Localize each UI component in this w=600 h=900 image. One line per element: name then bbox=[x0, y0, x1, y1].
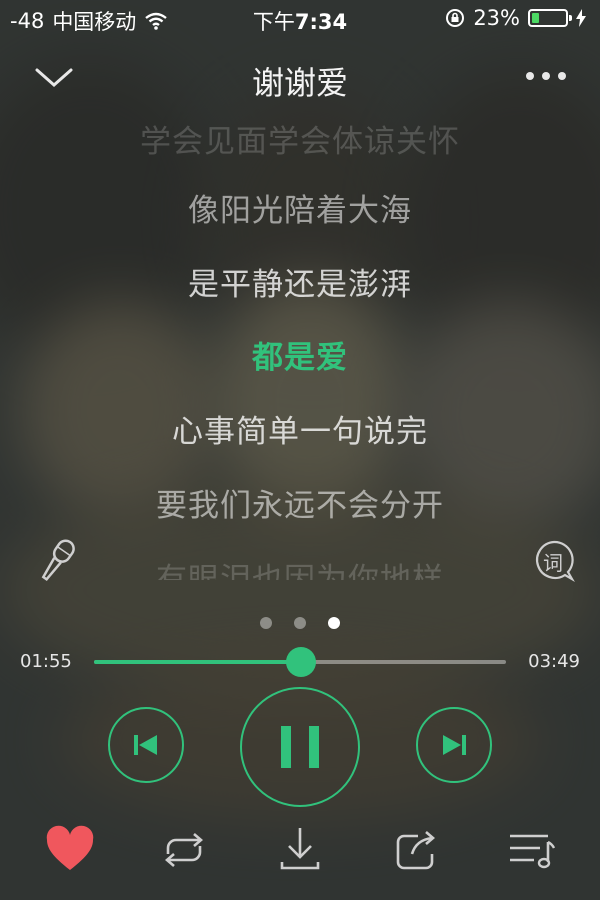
repeat-icon[interactable] bbox=[156, 822, 212, 878]
total-time: 03:49 bbox=[528, 651, 580, 672]
pause-icon bbox=[280, 725, 319, 768]
microphone-icon[interactable] bbox=[32, 536, 82, 586]
play-pause-button[interactable] bbox=[240, 687, 360, 807]
charging-bolt-icon bbox=[576, 9, 586, 27]
battery-icon bbox=[528, 9, 572, 27]
progress-knob[interactable] bbox=[285, 647, 316, 677]
page-dot-active[interactable] bbox=[328, 617, 340, 629]
previous-track-icon bbox=[133, 734, 157, 755]
page-dot[interactable] bbox=[260, 617, 272, 629]
bottom-action-bar bbox=[0, 822, 600, 882]
heart-icon[interactable] bbox=[42, 822, 98, 878]
status-bar: -48 中国移动 下午7:34 23% bbox=[0, 0, 600, 40]
player-header: 谢谢爱 bbox=[0, 48, 600, 112]
share-icon[interactable] bbox=[388, 822, 444, 878]
progress-played bbox=[94, 660, 301, 664]
page-indicator bbox=[0, 617, 600, 629]
lyrics-icon[interactable]: 词 bbox=[532, 538, 582, 588]
battery-percent: 23% bbox=[473, 6, 520, 30]
next-button[interactable] bbox=[416, 707, 492, 783]
lyrics-panel[interactable]: 学会见面学会体谅关怀 像阳光陪着大海 是平静还是澎湃 都是爱 心事简单一句说完 … bbox=[0, 110, 600, 580]
clock-period: 下午 bbox=[252, 10, 295, 34]
lyric-line: 要我们永远不会分开 bbox=[156, 488, 444, 524]
lyric-line-current: 都是爱 bbox=[252, 340, 348, 376]
lyrics-glyph: 词 bbox=[543, 551, 563, 575]
current-time: 01:55 bbox=[20, 651, 72, 672]
previous-button[interactable] bbox=[108, 707, 184, 783]
playlist-icon[interactable] bbox=[504, 822, 560, 878]
next-track-icon bbox=[442, 734, 466, 755]
song-title: 谢谢爱 bbox=[251, 64, 348, 102]
lyric-line: 有眼泪也因为你地样 bbox=[156, 562, 444, 580]
lyric-line: 学会见面学会体谅关怀 bbox=[140, 124, 460, 160]
progress-bar[interactable] bbox=[94, 647, 506, 677]
more-dots-icon[interactable] bbox=[524, 66, 568, 86]
clock-time: 7:34 bbox=[294, 10, 348, 34]
download-icon[interactable] bbox=[272, 822, 328, 878]
lyric-line: 像阳光陪着大海 bbox=[188, 193, 412, 229]
rotation-lock-icon bbox=[446, 9, 465, 27]
lyric-line: 心事简单一句说完 bbox=[172, 414, 428, 450]
page-dot[interactable] bbox=[294, 617, 306, 629]
lyric-line: 是平静还是澎湃 bbox=[188, 267, 412, 303]
